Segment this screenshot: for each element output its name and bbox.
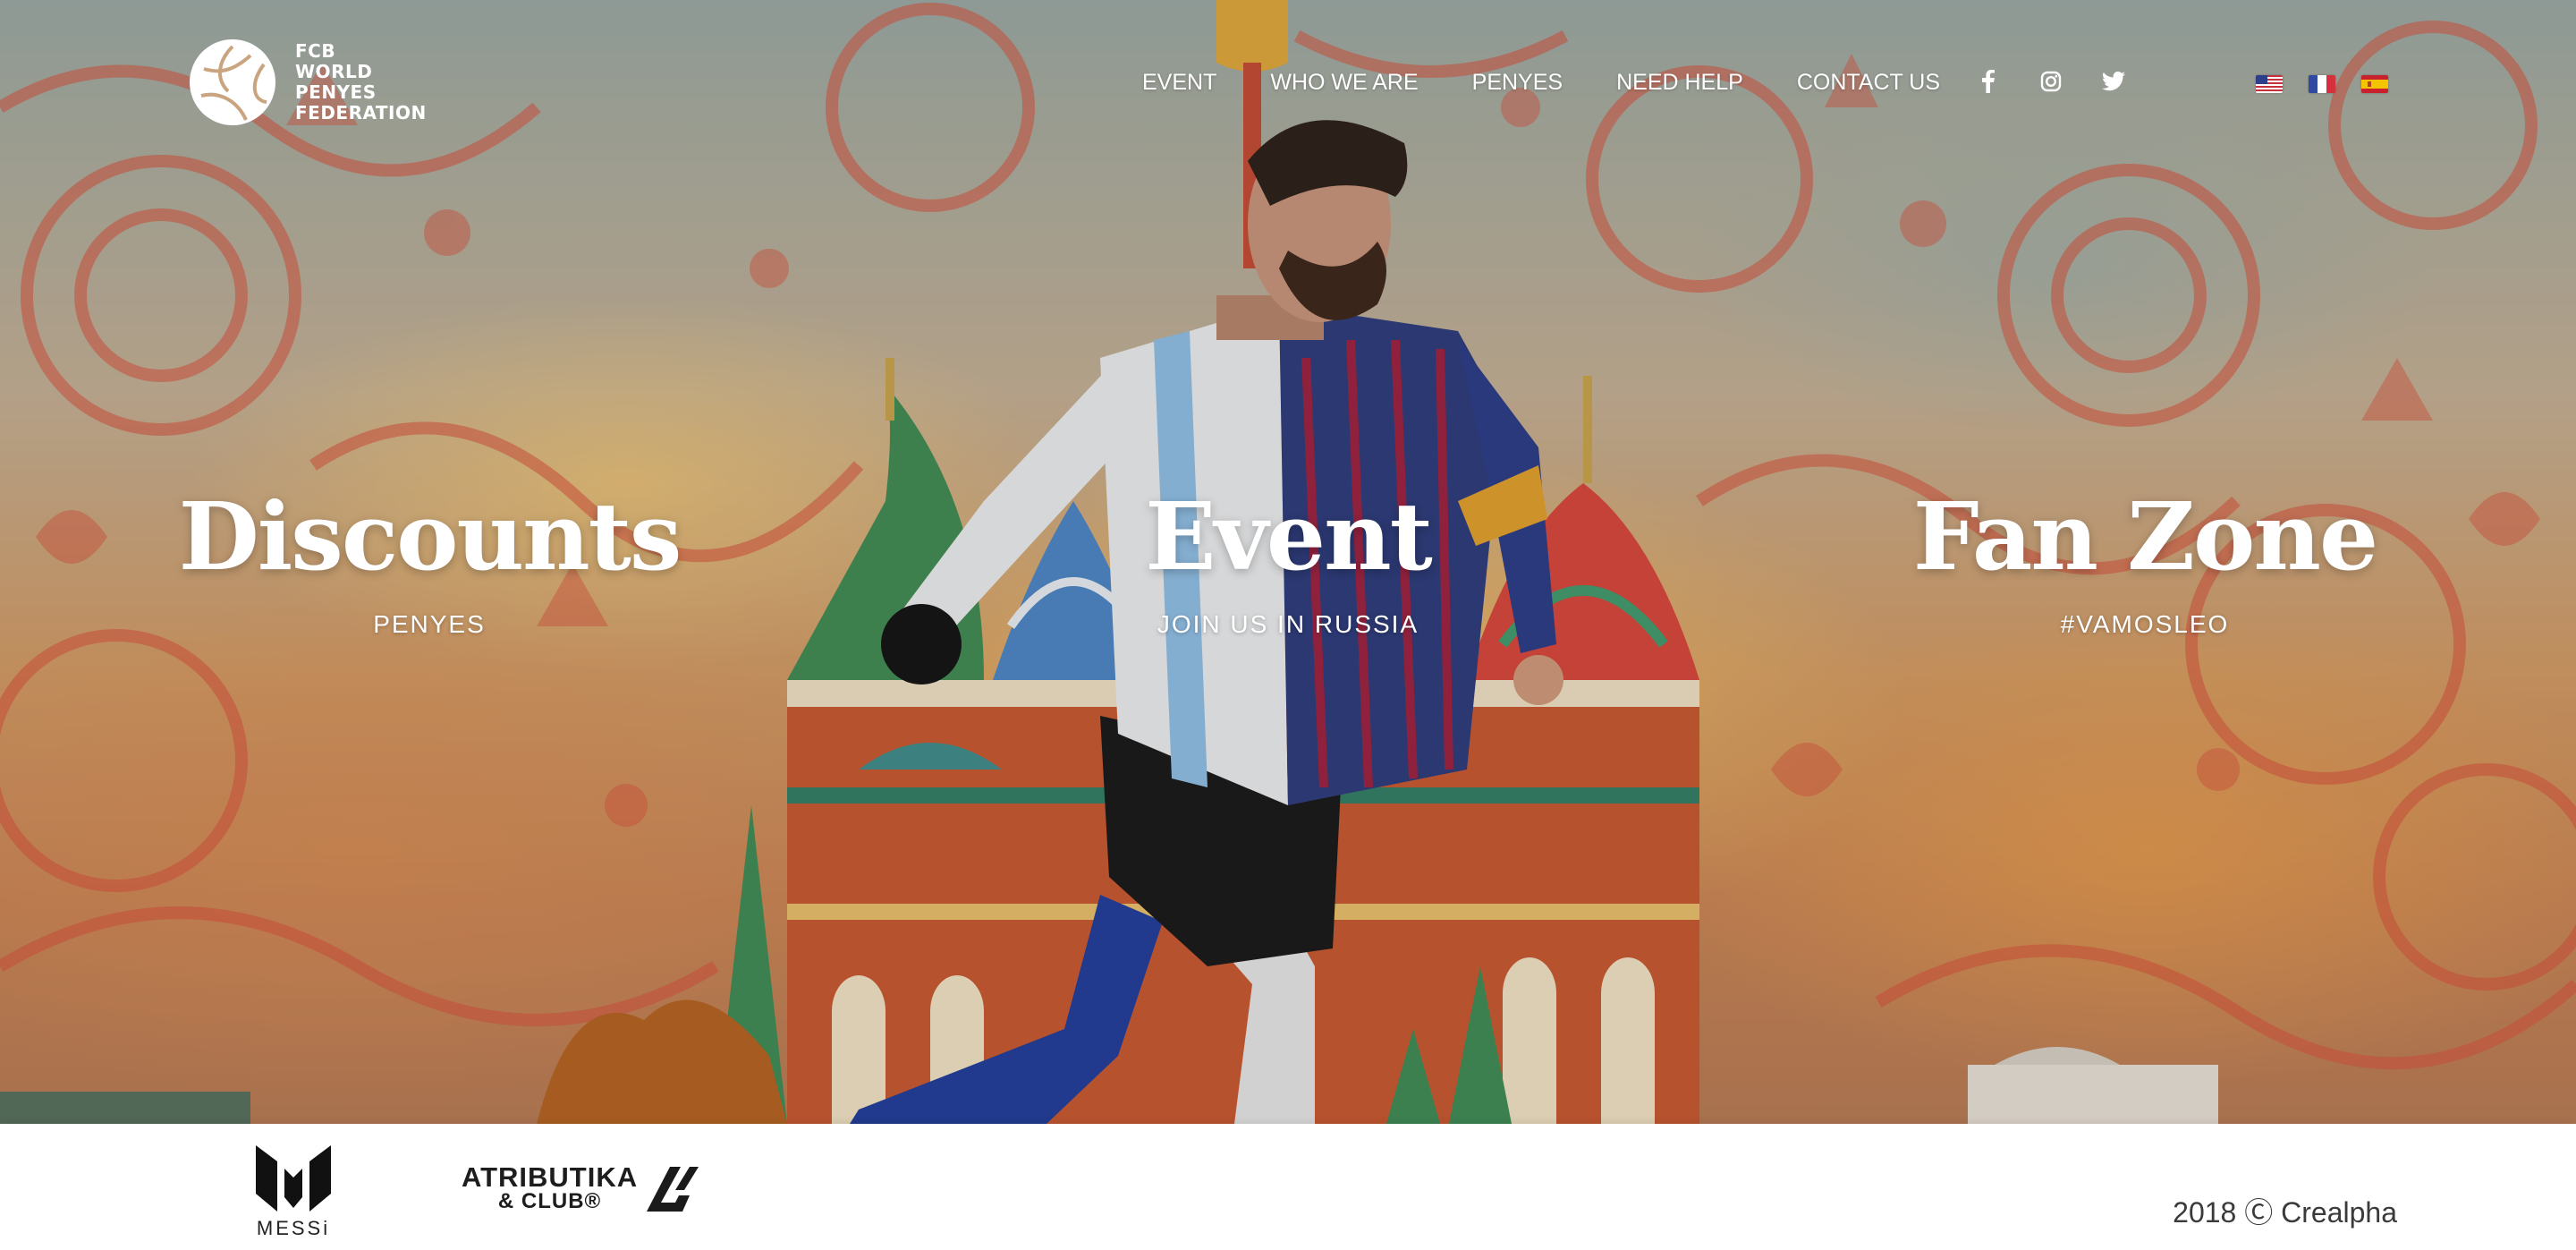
logo-line: FCB <box>295 40 336 62</box>
hero-block-title: Discounts <box>178 481 682 591</box>
nav-penyes[interactable]: PENYES <box>1472 70 1563 96</box>
nav-event[interactable]: EVENT <box>1142 70 1216 96</box>
site-logo[interactable]: FCB WORLD PENYES FEDERATION <box>188 38 427 127</box>
football-logo-icon <box>190 39 275 125</box>
nav-need-help[interactable]: NEED HELP <box>1616 70 1743 96</box>
hero-block-subtitle: #VAMOSLEO <box>2060 610 2230 638</box>
hero-block-title: Event <box>1145 481 1433 591</box>
logo-wordmark: FCB WORLD PENYES FEDERATION <box>295 41 427 123</box>
main-nav: EVENT WHO WE ARE PENYES NEED HELP CONTAC… <box>1142 70 1994 96</box>
messi-logo-icon <box>256 1145 331 1212</box>
hero-block-event[interactable]: Event JOIN US IN RUSSIA <box>1011 474 1565 639</box>
hero-block-subtitle: PENYES <box>373 610 486 638</box>
us-flag-icon[interactable] <box>2256 75 2283 93</box>
facebook-icon[interactable] <box>1972 68 2004 95</box>
nav-who-we-are[interactable]: WHO WE ARE <box>1270 70 1418 96</box>
logo-line: FEDERATION <box>295 102 427 123</box>
sponsor-atributika-logo[interactable]: ATRIBUTIKA & CLUB® <box>462 1163 700 1213</box>
france-flag-icon[interactable] <box>2309 75 2335 93</box>
logo-line: WORLD <box>295 61 373 82</box>
hero-block-title: Fan Zone <box>1912 481 2378 591</box>
instagram-icon[interactable] <box>2035 68 2067 95</box>
social-links <box>1972 68 2160 95</box>
nav-contact-us[interactable]: CONTACT US <box>1797 70 1940 96</box>
atributika-emblem-icon <box>647 1167 699 1212</box>
atributika-wordmark: ATRIBUTIKA & CLUB® <box>462 1161 639 1213</box>
logo-line: PENYES <box>295 81 377 103</box>
hero-block-fan-zone[interactable]: Fan Zone #VAMOSLEO <box>1868 474 2422 639</box>
twitter-icon[interactable] <box>2097 68 2130 95</box>
hero-block-discounts[interactable]: Discounts PENYES <box>152 474 707 639</box>
hero-block-subtitle: JOIN US IN RUSSIA <box>1157 610 1419 638</box>
spain-flag-icon[interactable] <box>2361 75 2388 93</box>
sponsor-messi-text: MESSi <box>256 1217 331 1239</box>
copyright-text: 2018 Ⓒ Crealpha <box>2173 1196 2397 1229</box>
language-switcher <box>2256 75 2414 93</box>
sponsor-messi-logo[interactable]: MESSi <box>250 1142 336 1240</box>
atributika-line1: ATRIBUTIKA <box>462 1161 639 1193</box>
atributika-line2: & CLUB® <box>497 1189 602 1213</box>
